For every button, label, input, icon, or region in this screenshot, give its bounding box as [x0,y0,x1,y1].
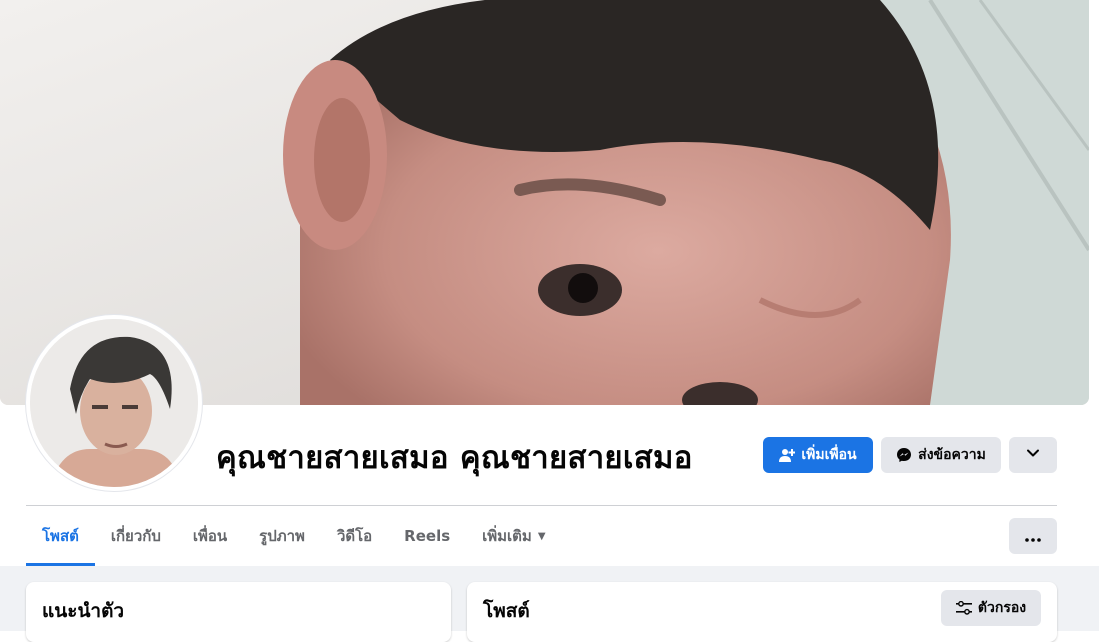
tab-friends[interactable]: เพื่อน [177,506,243,566]
more-dots-icon [1025,527,1041,546]
tab-more[interactable]: เพิ่มเติม ▼ [466,506,561,566]
profile-options-button[interactable] [1009,437,1057,473]
tab-reels[interactable]: Reels [388,506,466,566]
messenger-icon [896,447,912,463]
tab-videos[interactable]: วิดีโอ [321,506,388,566]
tab-label: เกี่ยวกับ [110,527,161,545]
intro-title: แนะนำตัว [42,600,125,622]
avatar-image [30,319,198,487]
tab-photos[interactable]: รูปภาพ [243,506,321,566]
tab-label: โพสต์ [42,527,79,545]
tab-about[interactable]: เกี่ยวกับ [95,506,177,566]
posts-card: โพสต์ ตัวกรอง [467,582,1057,642]
profile-name: คุณชายสายเสมอ คุณชายสายเสมอ [216,440,693,476]
filter-button[interactable]: ตัวกรอง [941,590,1041,626]
intro-card: แนะนำตัว [26,582,451,642]
tab-label: วิดีโอ [336,527,373,545]
message-button[interactable]: ส่งข้อความ [881,437,1001,473]
tab-label: Reels [404,527,451,545]
chevron-down-icon [1026,446,1040,464]
tab-label: รูปภาพ [259,527,305,545]
filter-label: ตัวกรอง [977,600,1027,616]
person-plus-icon [779,447,796,463]
caret-down-icon: ▼ [537,530,546,542]
sliders-icon [955,601,972,615]
posts-title: โพสต์ [483,600,530,622]
profile-avatar[interactable] [26,315,202,491]
tab-posts[interactable]: โพสต์ [26,506,95,566]
more-options-button[interactable] [1009,518,1057,554]
tab-label: เพิ่มเติม [482,527,532,545]
profile-tabs: โพสต์ เกี่ยวกับ เพื่อน รูปภาพ วิดีโอ Ree… [26,506,562,566]
tab-label: เพื่อน [192,527,228,545]
add-friend-label: เพิ่มเพื่อน [801,447,857,463]
message-label: ส่งข้อความ [918,447,986,463]
add-friend-button[interactable]: เพิ่มเพื่อน [763,437,873,473]
